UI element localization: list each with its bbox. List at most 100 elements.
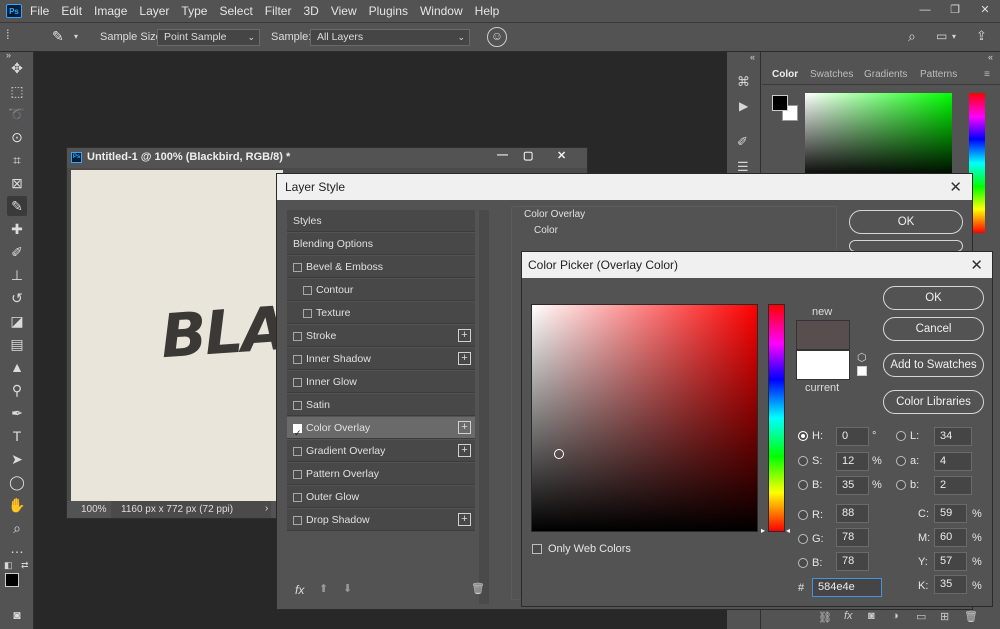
- list-scrollbar[interactable]: [479, 210, 489, 604]
- tool-preset-chevron-icon[interactable]: ▾: [74, 32, 78, 41]
- share-icon[interactable]: ⇪: [976, 28, 987, 44]
- add-effect-plus-icon[interactable]: +: [458, 444, 471, 457]
- radio-lab-b[interactable]: [896, 480, 906, 490]
- panel-foreground-swatch[interactable]: [772, 95, 788, 111]
- tab-gradients[interactable]: Gradients: [864, 69, 907, 80]
- fx-icon[interactable]: fx: [844, 610, 853, 622]
- hue-arrow-left-icon[interactable]: ▸: [761, 526, 765, 535]
- add-effect-plus-icon[interactable]: +: [458, 421, 471, 434]
- layer-style-item[interactable]: Inner Glow: [287, 371, 475, 393]
- layer-style-item[interactable]: Satin: [287, 394, 475, 416]
- field-h[interactable]: 0: [836, 427, 869, 446]
- canvas[interactable]: BLA: [71, 170, 288, 501]
- layer-style-item[interactable]: Pattern Overlay: [287, 463, 475, 485]
- mask-icon[interactable]: ◙: [868, 610, 875, 622]
- eyedropper-icon[interactable]: ✎: [52, 28, 64, 45]
- layer-style-item[interactable]: Blending Options: [287, 233, 475, 255]
- history-icon[interactable]: ⌘: [737, 74, 750, 90]
- stamp-tool-icon[interactable]: ⊥: [7, 265, 27, 285]
- quick-select-tool-icon[interactable]: ⊙: [7, 127, 27, 147]
- radio-blue[interactable]: [798, 558, 808, 568]
- color-panel-field[interactable]: [805, 93, 952, 178]
- new-layer-icon[interactable]: ⊞: [940, 610, 949, 623]
- menu-edit[interactable]: Edit: [61, 4, 82, 18]
- checkbox[interactable]: [293, 447, 302, 456]
- layer-style-item[interactable]: Styles: [287, 210, 475, 232]
- zoom-tool-icon[interactable]: ⌕: [7, 518, 27, 538]
- sample-select[interactable]: All Layers ⌄: [310, 29, 470, 46]
- layer-style-item[interactable]: Texture: [287, 302, 475, 324]
- menu-filter[interactable]: Filter: [265, 4, 292, 18]
- hue-slider[interactable]: [768, 304, 785, 532]
- menu-window[interactable]: Window: [420, 4, 463, 18]
- layer-style-item[interactable]: Gradient Overlay +: [287, 440, 475, 462]
- field-l[interactable]: 34: [934, 427, 972, 446]
- eraser-tool-icon[interactable]: ◪: [7, 311, 27, 331]
- checkbox[interactable]: [303, 286, 312, 295]
- checkbox[interactable]: [293, 355, 302, 364]
- checkbox[interactable]: [293, 493, 302, 502]
- swap-colors-icon[interactable]: ⇄: [21, 560, 29, 571]
- search-icon[interactable]: ⌕: [908, 28, 916, 45]
- gradient-tool-icon[interactable]: ▤: [7, 334, 27, 354]
- checkbox[interactable]: [303, 309, 312, 318]
- brush-tool-icon[interactable]: ✐: [7, 242, 27, 262]
- checkbox[interactable]: [293, 378, 302, 387]
- out-of-gamut-cube-icon[interactable]: ⬡: [857, 351, 867, 364]
- blur-tool-icon[interactable]: ▲: [7, 357, 27, 377]
- menu-3d[interactable]: 3D: [303, 4, 318, 18]
- move-up-icon[interactable]: ⬆: [319, 582, 328, 595]
- field-b[interactable]: 35: [836, 476, 869, 495]
- current-color-swatch[interactable]: [796, 350, 850, 380]
- delete-layer-icon[interactable]: 🗑: [964, 610, 978, 623]
- brush-settings-icon[interactable]: ✐: [737, 134, 748, 150]
- menu-select[interactable]: Select: [219, 4, 252, 18]
- web-safe-icon[interactable]: [857, 366, 867, 376]
- field-c[interactable]: 59: [934, 504, 967, 523]
- layer-style-item[interactable]: Color Overlay +: [287, 417, 475, 444]
- radio-s[interactable]: [798, 456, 808, 466]
- field-blue[interactable]: 78: [836, 552, 869, 571]
- chevron-down-icon[interactable]: ▾: [952, 32, 956, 41]
- marquee-tool-icon[interactable]: ⬚: [7, 81, 27, 101]
- layer-style-item[interactable]: Stroke +: [287, 325, 475, 347]
- workspace-icon[interactable]: ▭: [936, 29, 947, 43]
- menu-image[interactable]: Image: [94, 4, 127, 18]
- tab-swatches[interactable]: Swatches: [810, 69, 853, 80]
- default-colors-icon[interactable]: ◧: [4, 560, 13, 571]
- radio-l[interactable]: [896, 431, 906, 441]
- layer-style-item[interactable]: Drop Shadow +: [287, 509, 475, 531]
- foreground-color-swatch[interactable]: [5, 573, 19, 587]
- group-icon[interactable]: ▭: [916, 610, 926, 623]
- field-lab-b[interactable]: 2: [934, 476, 972, 495]
- minimize-icon[interactable]: —: [910, 0, 940, 22]
- tab-patterns[interactable]: Patterns: [920, 69, 957, 80]
- doc-maximize-icon[interactable]: ▢: [523, 149, 533, 162]
- type-tool-icon[interactable]: T: [7, 426, 27, 446]
- radio-r[interactable]: [798, 510, 808, 520]
- ok-button[interactable]: OK: [883, 286, 984, 310]
- field-a[interactable]: 4: [934, 452, 972, 471]
- radio-a[interactable]: [896, 456, 906, 466]
- move-tool-icon[interactable]: ✥: [7, 58, 27, 78]
- menu-plugins[interactable]: Plugins: [369, 4, 408, 18]
- fx-icon[interactable]: fx: [295, 583, 304, 597]
- status-menu-icon[interactable]: ›: [265, 503, 268, 514]
- radio-g[interactable]: [798, 534, 808, 544]
- field-s[interactable]: 12: [836, 452, 869, 471]
- sample-ring-icon[interactable]: ☺: [487, 27, 507, 47]
- checkbox[interactable]: [293, 422, 302, 444]
- menu-help[interactable]: Help: [475, 4, 500, 18]
- tab-color[interactable]: Color: [772, 69, 798, 80]
- close-icon[interactable]: ✕: [970, 0, 1000, 22]
- path-select-tool-icon[interactable]: ➤: [7, 449, 27, 469]
- add-to-swatches-button[interactable]: Add to Swatches: [883, 353, 984, 377]
- close-icon[interactable]: ✕: [949, 178, 962, 196]
- doc-minimize-icon[interactable]: —: [497, 149, 508, 161]
- zoom-level[interactable]: 100%: [81, 504, 107, 515]
- quick-mask-icon[interactable]: ◙: [7, 605, 27, 625]
- dodge-tool-icon[interactable]: ⚲: [7, 380, 27, 400]
- checkbox[interactable]: [293, 470, 302, 479]
- field-g[interactable]: 78: [836, 528, 869, 547]
- eyedropper-tool-icon[interactable]: ✎: [7, 196, 27, 216]
